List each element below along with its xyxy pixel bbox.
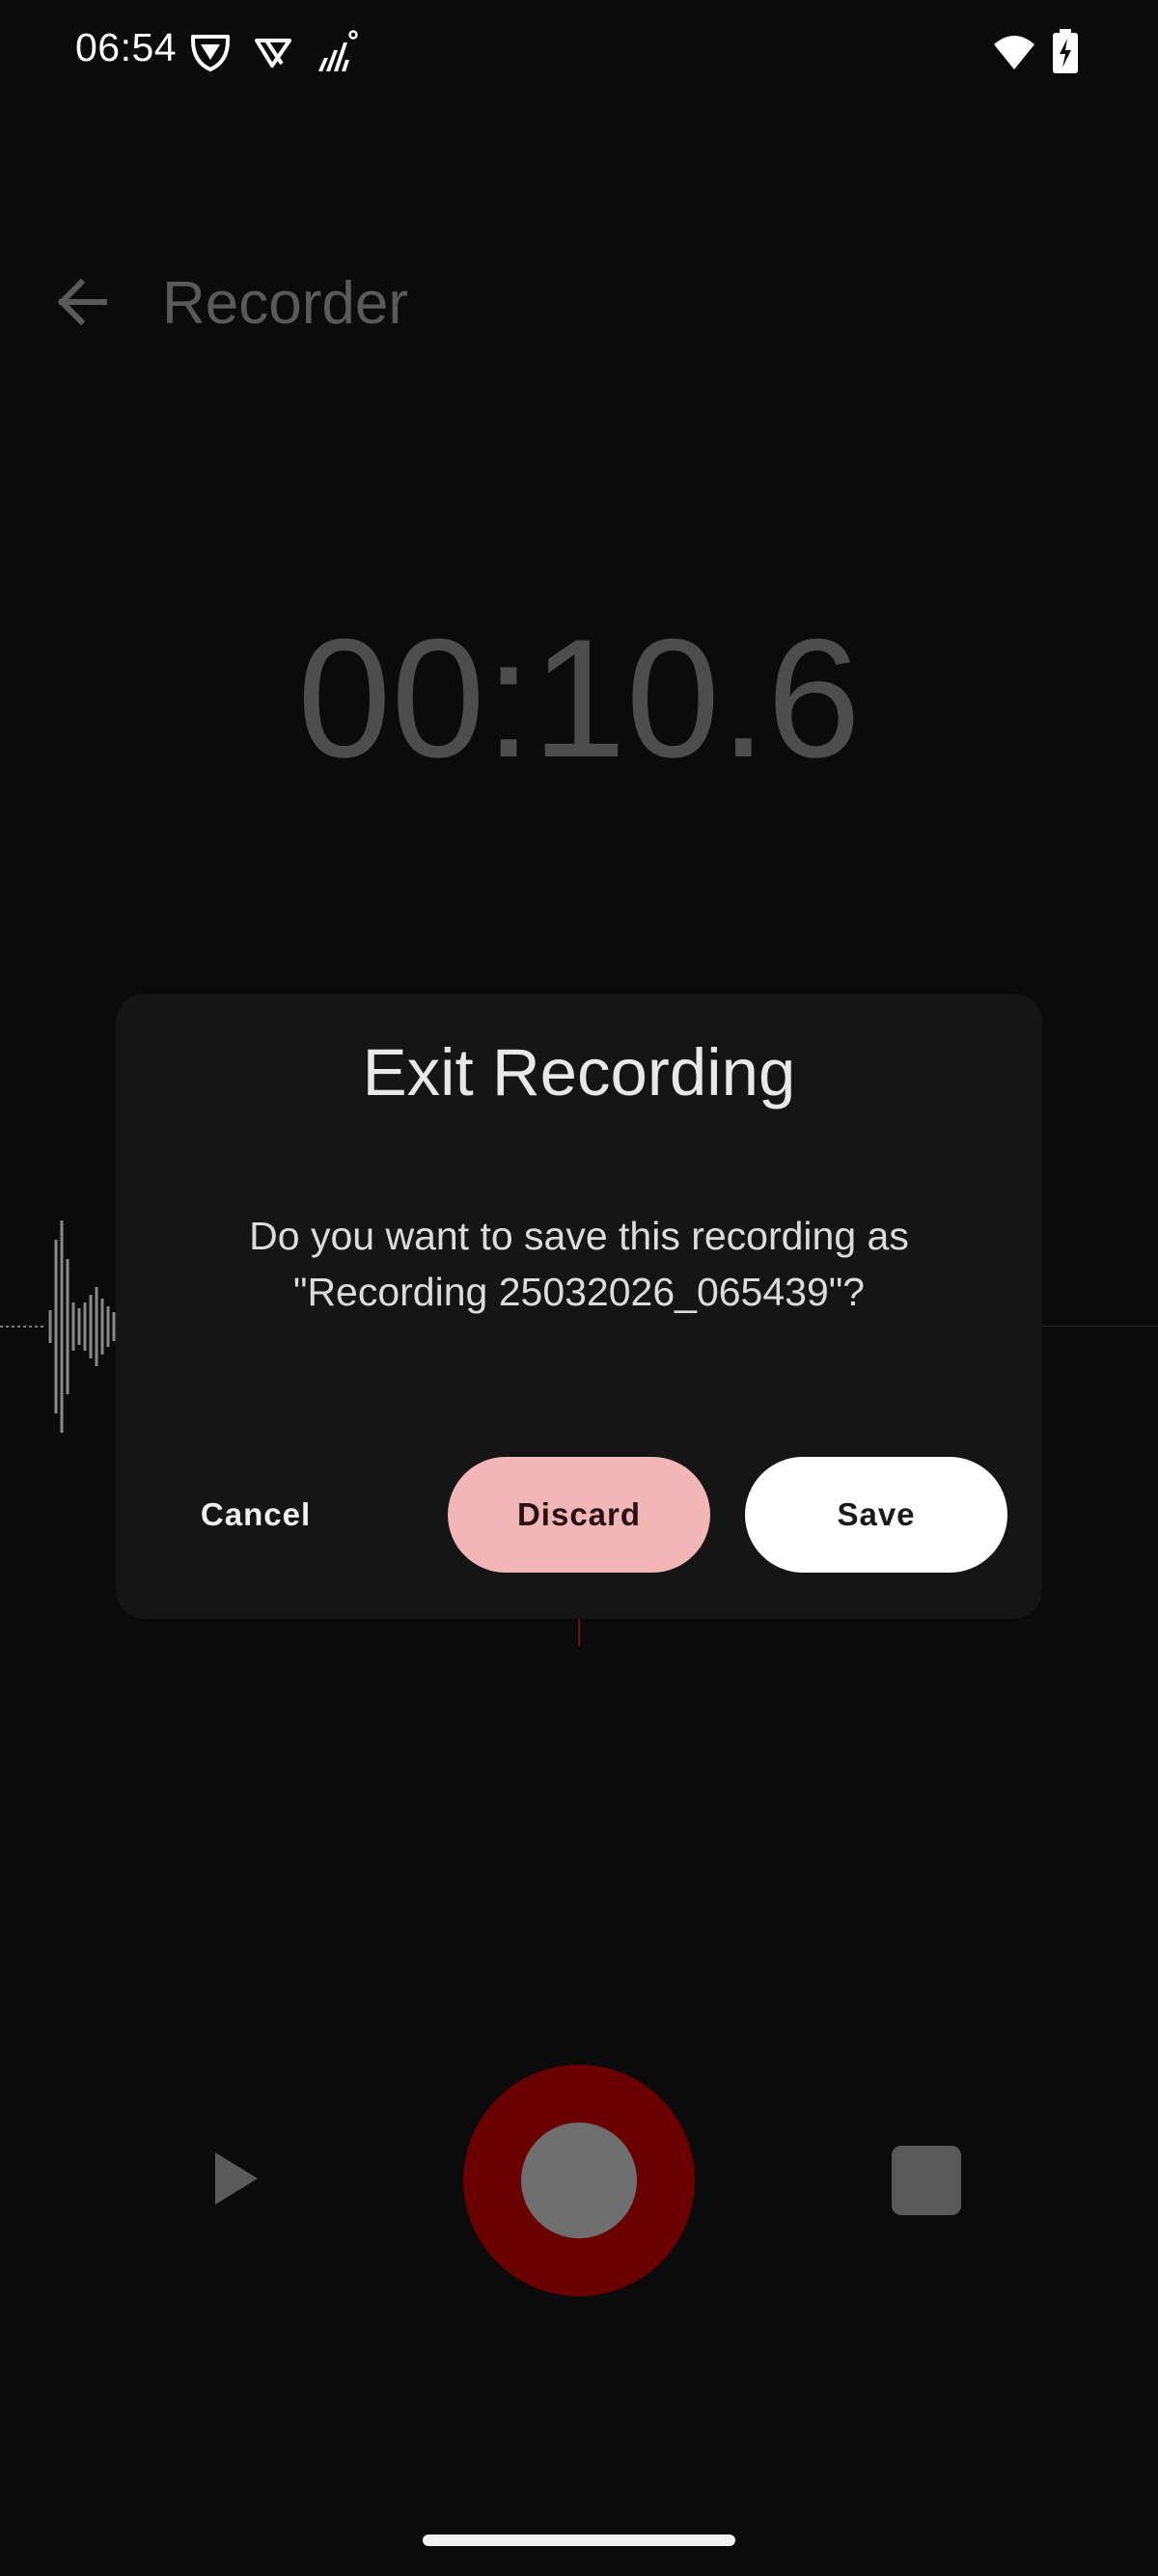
wifi-icon bbox=[992, 33, 1036, 71]
gesture-navigation-bar[interactable] bbox=[423, 2535, 735, 2546]
battery-charging-icon bbox=[1052, 29, 1079, 73]
record-icon bbox=[521, 2123, 637, 2238]
play-icon bbox=[213, 2151, 260, 2211]
cancel-button[interactable]: Cancel bbox=[154, 1457, 357, 1573]
dialog-title: Exit Recording bbox=[362, 1035, 796, 1110]
back-button[interactable] bbox=[48, 270, 116, 338]
play-button[interactable] bbox=[203, 2142, 270, 2219]
stop-button[interactable] bbox=[892, 2146, 961, 2215]
waveform-baseline bbox=[1040, 1326, 1158, 1327]
discard-button[interactable]: Discard bbox=[448, 1457, 710, 1573]
save-button[interactable]: Save bbox=[745, 1457, 1007, 1573]
status-bar: 06:54 bbox=[0, 0, 1158, 106]
signal-icon bbox=[315, 29, 359, 75]
vpn-shield-icon bbox=[189, 33, 232, 73]
dialog-message: Do you want to save this recording as "R… bbox=[249, 1214, 909, 1314]
arrow-left-icon bbox=[56, 278, 108, 331]
exit-recording-dialog: Exit Recording Do you want to save this … bbox=[116, 994, 1042, 1619]
elapsed-timer: 00:10.6 bbox=[297, 605, 861, 793]
page-title: Recorder bbox=[162, 270, 408, 337]
status-time: 06:54 bbox=[75, 25, 178, 69]
app-bar: Recorder bbox=[0, 241, 1158, 367]
app-notification-icon bbox=[253, 35, 293, 69]
record-button[interactable] bbox=[463, 2065, 695, 2296]
